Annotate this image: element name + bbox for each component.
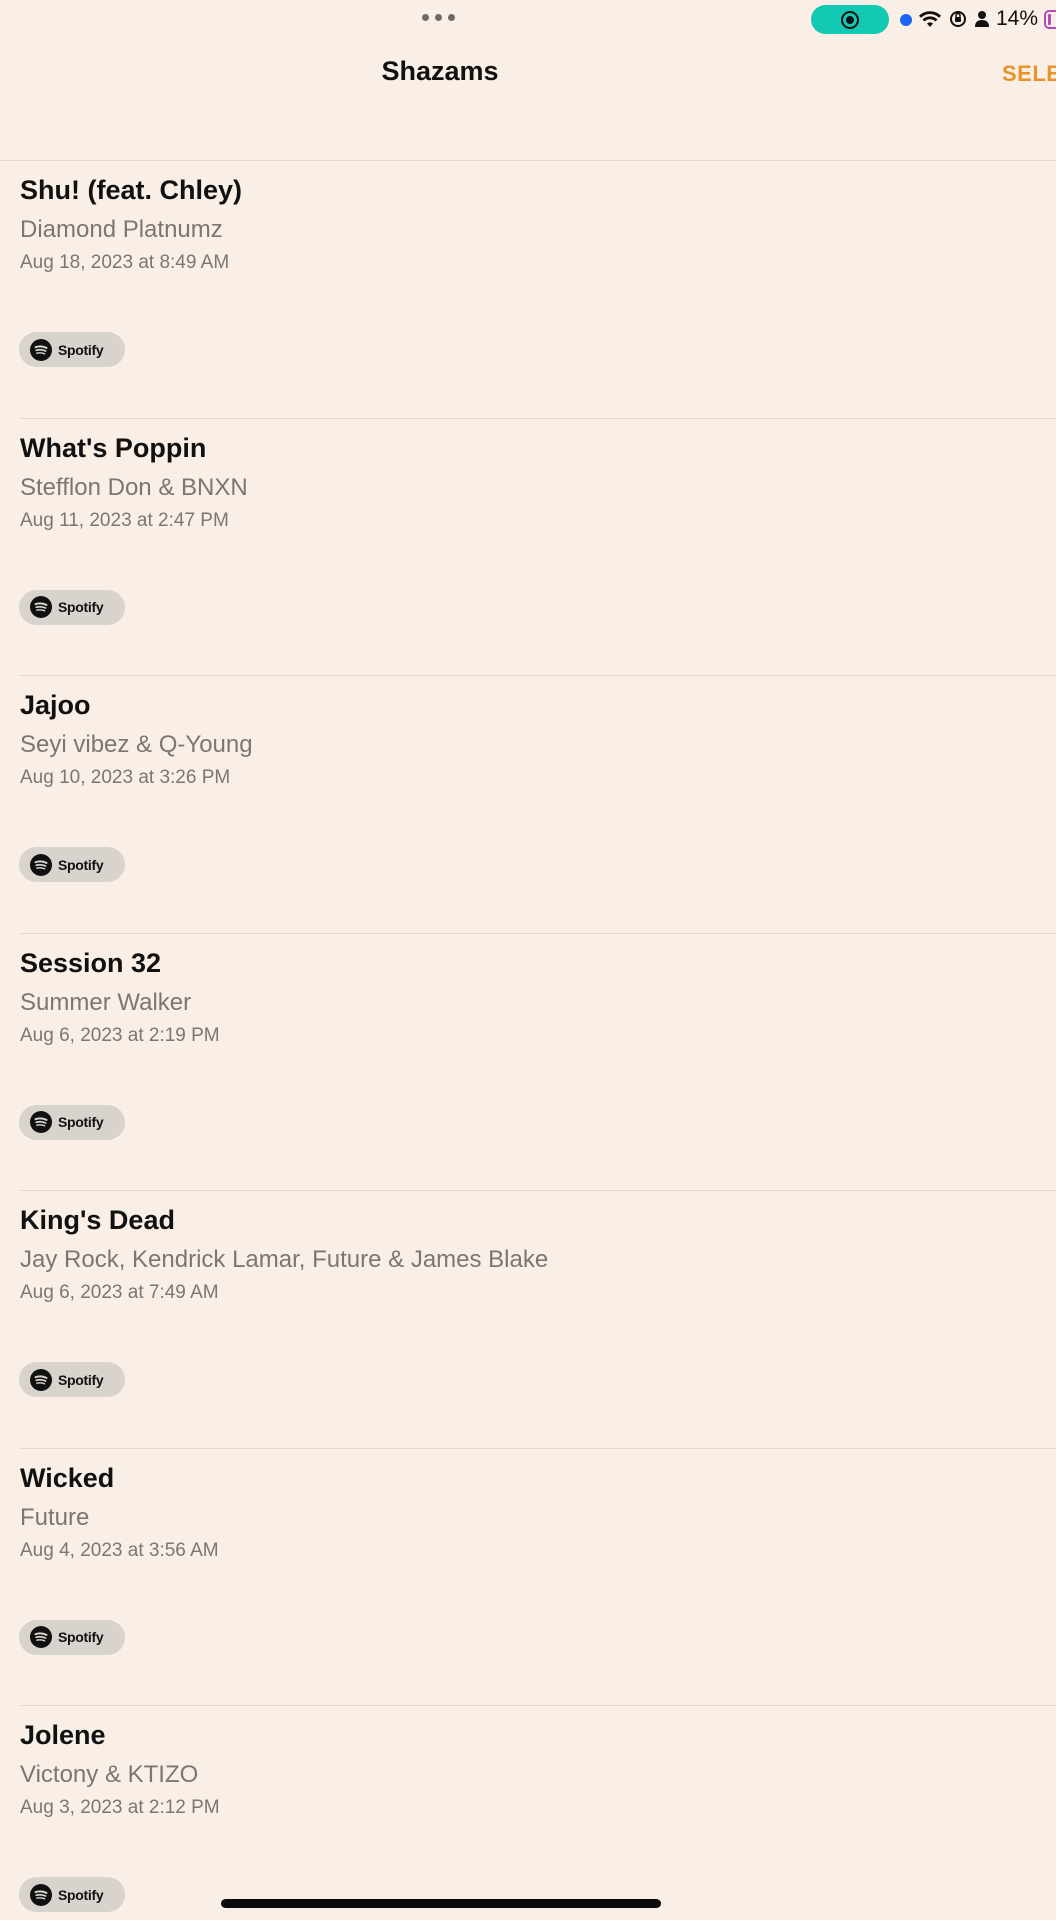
screen-recording-indicator[interactable] xyxy=(811,5,889,34)
spotify-label: Spotify xyxy=(58,1371,104,1388)
spotify-icon xyxy=(30,853,52,876)
shazam-date: Aug 10, 2023 at 3:26 PM xyxy=(20,767,231,788)
camera-in-use-dot xyxy=(900,14,912,26)
open-in-spotify-button[interactable]: Spotify xyxy=(19,1619,125,1655)
song-title: Jajoo xyxy=(20,690,91,720)
list-item[interactable]: King's Dead Jay Rock, Kendrick Lamar, Fu… xyxy=(0,1191,1056,1449)
shazam-date: Aug 18, 2023 at 8:49 AM xyxy=(20,252,230,273)
multitasking-dots[interactable] xyxy=(422,14,455,21)
open-in-spotify-button[interactable]: Spotify xyxy=(19,1362,125,1397)
song-artist: Seyi vibez & Q-Young xyxy=(20,731,253,758)
spotify-label: Spotify xyxy=(58,856,104,873)
list-item[interactable]: What's Poppin Stefflon Don & BNXN Aug 11… xyxy=(0,419,1056,676)
song-artist: Future xyxy=(20,1503,90,1531)
spotify-label: Spotify xyxy=(58,1114,104,1130)
home-indicator[interactable] xyxy=(221,1899,661,1908)
open-in-spotify-button[interactable]: Spotify xyxy=(19,1877,125,1912)
list-item[interactable]: Jolene Victony & KTIZO Aug 3, 2023 at 2:… xyxy=(0,1706,1056,1920)
shazam-date: Aug 4, 2023 at 3:56 AM xyxy=(20,1539,219,1561)
song-title: Session 32 xyxy=(20,947,162,978)
battery-icon xyxy=(1044,10,1056,29)
shazam-date: Aug 11, 2023 at 2:47 PM xyxy=(20,509,229,531)
song-title: King's Dead xyxy=(20,1205,175,1235)
person-icon xyxy=(975,11,989,27)
wifi-icon xyxy=(919,11,941,27)
record-icon xyxy=(841,10,859,29)
list-item[interactable]: Jajoo Seyi vibez & Q-Young Aug 10, 2023 … xyxy=(0,676,1056,934)
shazam-date: Aug 3, 2023 at 2:12 PM xyxy=(20,1797,220,1818)
spotify-icon xyxy=(30,1111,52,1133)
spotify-label: Spotify xyxy=(58,1629,104,1645)
spotify-icon xyxy=(30,1626,52,1648)
song-artist: Stefflon Don & BNXN xyxy=(20,473,248,501)
song-artist: Jay Rock, Kendrick Lamar, Future & James… xyxy=(20,1246,549,1273)
song-artist: Victony & KTIZO xyxy=(20,1761,199,1788)
open-in-spotify-button[interactable]: Spotify xyxy=(19,1104,125,1140)
spotify-icon xyxy=(30,1368,52,1391)
song-title: Jolene xyxy=(20,1720,106,1750)
song-title: What's Poppin xyxy=(20,432,207,463)
song-title: Wicked xyxy=(20,1462,115,1493)
list-item[interactable]: Session 32 Summer Walker Aug 6, 2023 at … xyxy=(0,934,1056,1191)
status-bar: 14% xyxy=(0,0,1056,40)
page-title: Shazams xyxy=(381,56,499,86)
list-item[interactable]: Shu! (feat. Chley) Diamond Platnumz Aug … xyxy=(0,161,1056,419)
battery-percentage: 14% xyxy=(996,7,1039,30)
shazam-date: Aug 6, 2023 at 2:19 PM xyxy=(20,1024,220,1046)
list-item[interactable]: Wicked Future Aug 4, 2023 at 3:56 AM Spo… xyxy=(0,1449,1056,1706)
spotify-icon xyxy=(30,338,52,361)
spotify-icon xyxy=(30,1883,52,1906)
select-button[interactable]: SELE xyxy=(1002,61,1056,87)
open-in-spotify-button[interactable]: Spotify xyxy=(19,847,125,882)
shazams-screen: 14% Shazams SELE Shu! (feat. Chley) Diam… xyxy=(0,0,1056,1920)
spotify-label: Spotify xyxy=(58,1886,104,1903)
spotify-icon xyxy=(30,596,52,618)
song-artist: Summer Walker xyxy=(20,988,192,1016)
song-artist: Diamond Platnumz xyxy=(20,216,223,243)
spotify-label: Spotify xyxy=(58,341,104,358)
orientation-lock-icon xyxy=(950,11,966,27)
shazams-list: Shu! (feat. Chley) Diamond Platnumz Aug … xyxy=(0,161,1056,1920)
open-in-spotify-button[interactable]: Spotify xyxy=(19,332,125,367)
shazam-date: Aug 6, 2023 at 7:49 AM xyxy=(20,1282,219,1303)
open-in-spotify-button[interactable]: Spotify xyxy=(19,589,125,625)
spotify-label: Spotify xyxy=(58,599,104,615)
song-title: Shu! (feat. Chley) xyxy=(20,175,243,205)
